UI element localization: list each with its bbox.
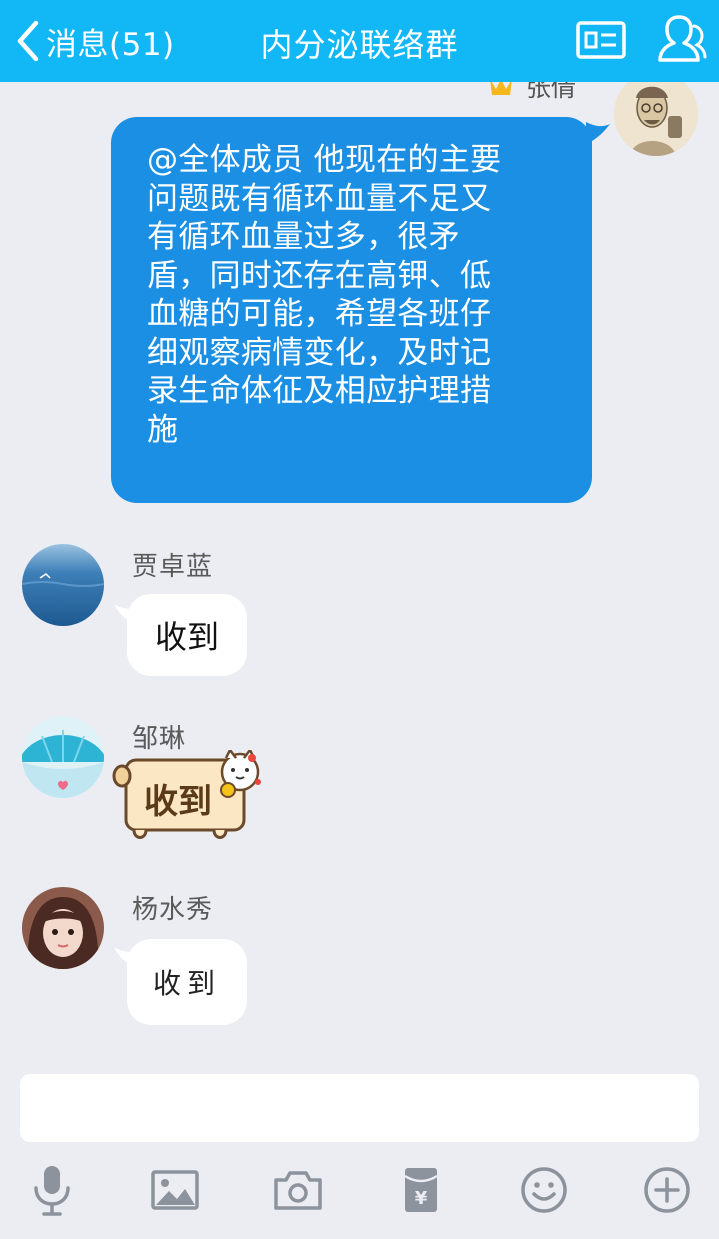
sender-name: 杨水秀 <box>132 895 214 925</box>
emoji-icon[interactable] <box>516 1162 572 1218</box>
chat-area[interactable]: 张倩 @全体成员 他现在的主要 问题既有循环血量不足又 有循环血量过多，很矛 盾… <box>0 82 719 1057</box>
red-packet-icon[interactable]: ¥ <box>393 1162 449 1218</box>
message-line: 施 <box>147 411 179 448</box>
sender-name: 张倩 <box>526 82 577 102</box>
crown-icon <box>490 82 512 95</box>
avatar-portrait-image <box>22 887 104 969</box>
sticker-message[interactable]: 收到 <box>112 750 270 848</box>
message-line: @全体成员 他现在的主要 <box>147 142 502 178</box>
avatar-umbrella-image <box>22 716 104 798</box>
avatar[interactable] <box>22 544 104 626</box>
profile-card-icon[interactable] <box>575 18 627 62</box>
message-input[interactable] <box>20 1074 699 1142</box>
message-bubble-outgoing[interactable]: @全体成员 他现在的主要 问题既有循环血量不足又 有循环血量过多，很矛 盾，同时… <box>111 117 592 503</box>
message-line: 有循环血量过多，很矛 <box>147 219 460 255</box>
avatar-sea-image <box>22 544 104 626</box>
message-line: 问题既有循环血量不足又 <box>147 180 492 217</box>
image-icon[interactable] <box>147 1162 203 1218</box>
message-bubble-incoming[interactable]: 收到 <box>127 594 247 676</box>
avatar[interactable] <box>614 82 698 156</box>
group-members-icon[interactable] <box>650 12 708 68</box>
avatar[interactable] <box>22 716 104 798</box>
input-toolbar: ¥ <box>0 1162 719 1222</box>
svg-text:¥: ¥ <box>415 1188 428 1209</box>
message-line: 血糖的可能，希望各班仔 <box>147 296 492 332</box>
bubble-tail <box>586 122 610 144</box>
avatar-sketch-image <box>614 82 698 156</box>
message-text: 收到 <box>154 618 219 656</box>
microphone-icon[interactable] <box>24 1162 80 1218</box>
avatar[interactable] <box>22 887 104 969</box>
message-text: 收到 <box>152 967 221 1000</box>
top-bar: 消息(51) 内分泌联络群 <box>0 0 719 82</box>
message-line: 录生命体征及相应护理措 <box>147 373 492 409</box>
plus-icon[interactable] <box>639 1162 695 1218</box>
sender-name: 贾卓蓝 <box>132 552 214 582</box>
message-line: 细观察病情变化，及时记 <box>147 334 492 371</box>
sender-header-outgoing: 张倩 <box>488 82 576 104</box>
camera-icon[interactable] <box>270 1162 326 1218</box>
sticker-text: 收到 <box>144 782 212 822</box>
message-line: 盾，同时还存在高钾、低 <box>147 257 492 294</box>
message-bubble-incoming[interactable]: 收到 <box>127 939 247 1025</box>
